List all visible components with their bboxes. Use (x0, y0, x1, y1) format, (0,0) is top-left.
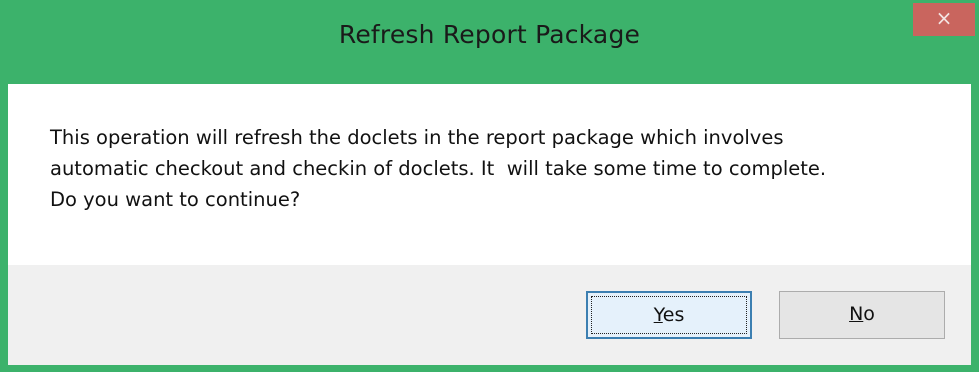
no-label: o (863, 303, 875, 325)
message-line: automatic checkout and checkin of doclet… (50, 157, 827, 180)
title-bar[interactable]: Refresh Report Package × (0, 0, 979, 84)
message-line: This operation will refresh the doclets … (50, 126, 784, 149)
no-button[interactable]: No (779, 291, 945, 339)
no-mnemonic: N (849, 303, 864, 325)
focus-rectangle (591, 296, 747, 334)
refresh-report-package-dialog: Refresh Report Package × This operation … (0, 0, 979, 372)
close-icon: × (935, 6, 953, 30)
button-bar: Yes No (8, 265, 971, 365)
dialog-message: This operation will refresh the doclets … (50, 122, 826, 215)
yes-button[interactable]: Yes (586, 291, 752, 339)
dialog-title: Refresh Report Package (338, 20, 641, 49)
close-button[interactable]: × (913, 3, 975, 36)
dialog-body: This operation will refresh the doclets … (8, 84, 971, 365)
message-line: Do you want to continue? (50, 188, 301, 211)
